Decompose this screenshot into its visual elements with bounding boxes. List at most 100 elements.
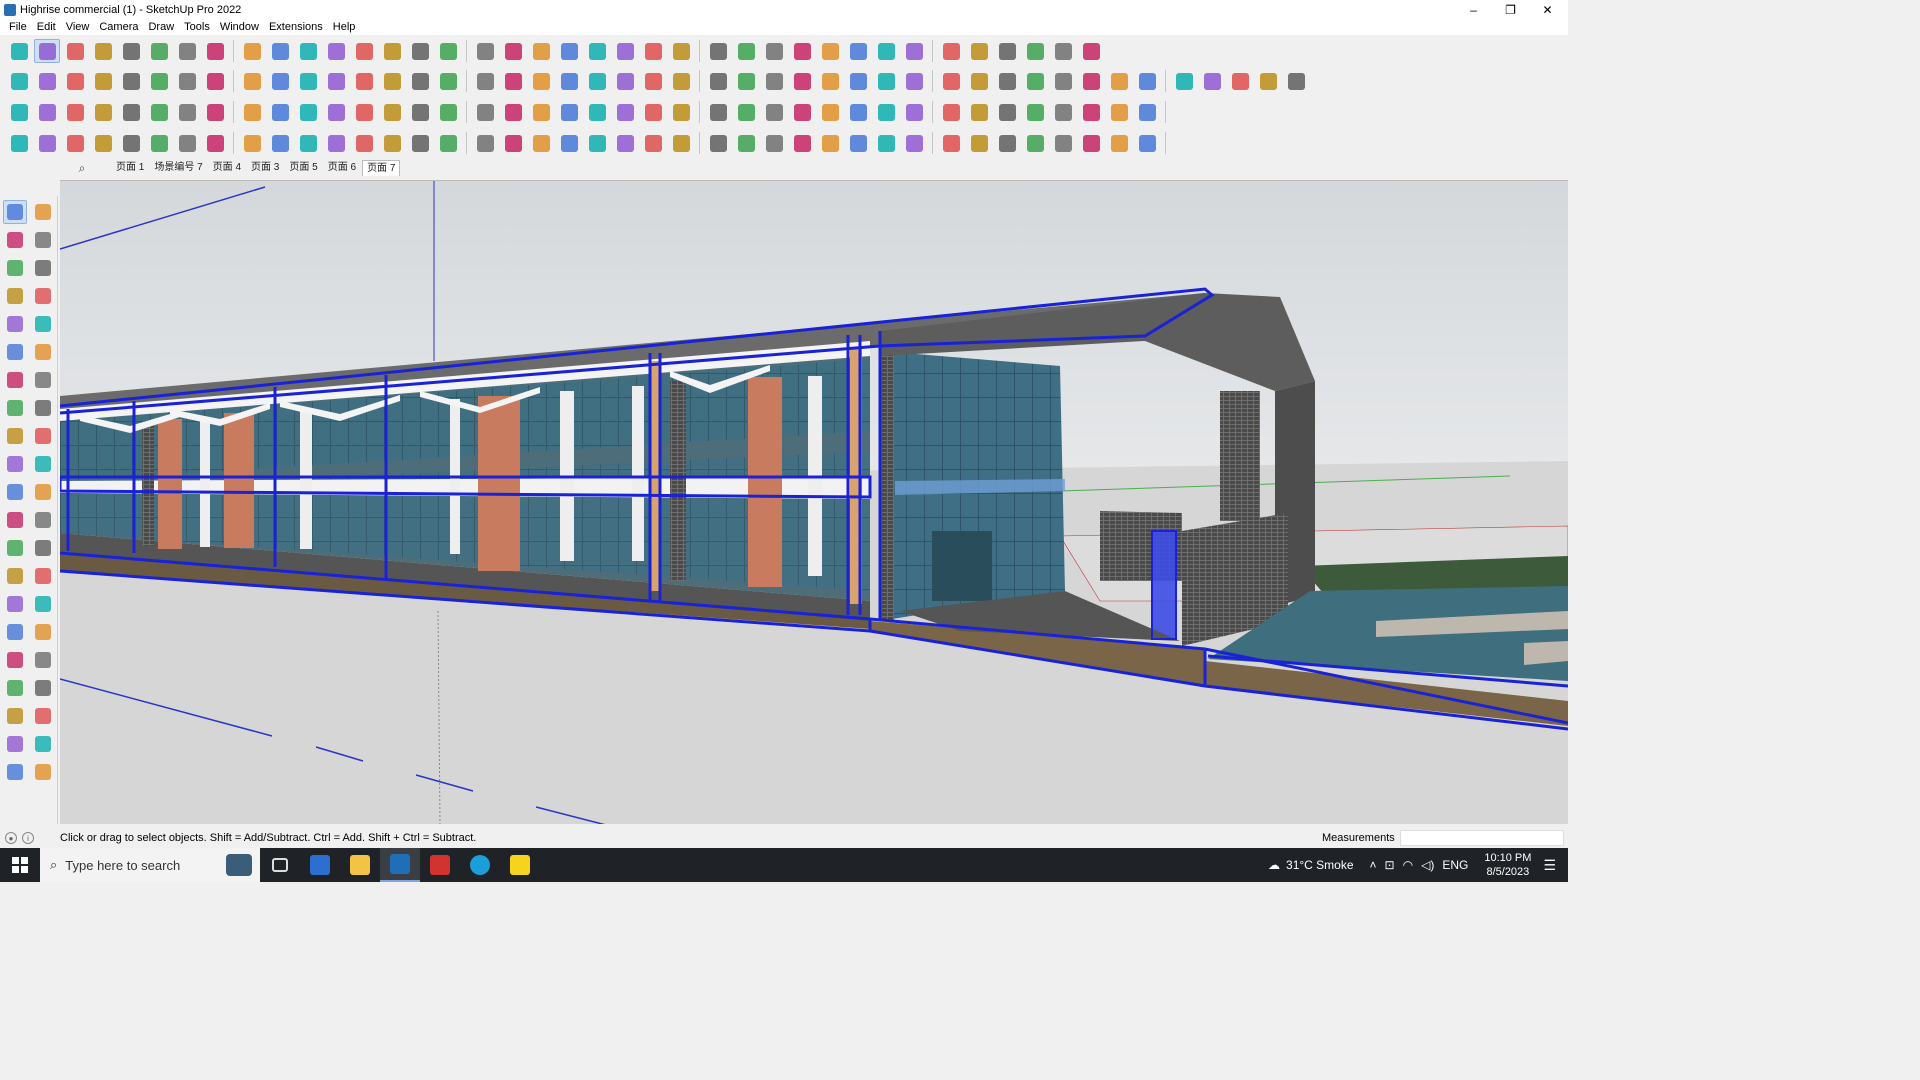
text-tool-button[interactable] [31, 508, 55, 532]
house1-tool-button[interactable] [500, 69, 526, 93]
scene-tab-7[interactable]: 页面 7 [362, 160, 401, 176]
panel-tool-button[interactable] [267, 100, 293, 124]
menu-view[interactable]: View [61, 21, 95, 33]
circle-tool-button[interactable] [3, 340, 27, 364]
rectangle-dropdown-tool-button[interactable] [267, 39, 293, 63]
sandbox-tool-button[interactable] [668, 39, 694, 63]
cut-tool-button[interactable] [146, 131, 172, 155]
push2-tool-button[interactable] [118, 69, 144, 93]
paint-tool-button[interactable] [500, 39, 526, 63]
arc3-tool-button[interactable] [351, 131, 377, 155]
scene-tab-1[interactable]: 页面 1 [112, 160, 148, 176]
solid1-tool-button[interactable] [528, 131, 554, 155]
wood-tool-button[interactable] [295, 100, 321, 124]
angle2-tool-button[interactable] [295, 131, 321, 155]
pipe-tool-button[interactable] [323, 100, 349, 124]
weather-text[interactable]: 31°C Smoke [1286, 858, 1354, 872]
undo-tool-button[interactable] [1022, 39, 1048, 63]
rad2-tool-button[interactable] [1050, 131, 1076, 155]
chevron-up-icon[interactable]: ˄ [1370, 858, 1377, 872]
component-tool-button[interactable] [3, 256, 27, 280]
hatch4-tool-button[interactable] [966, 131, 992, 155]
curve-knot-tool-button[interactable] [612, 100, 638, 124]
brick1-tool-button[interactable] [1106, 69, 1132, 93]
stairs4-tool-button[interactable] [789, 131, 815, 155]
stairs-tool-button[interactable] [435, 131, 461, 155]
hook-tool-button[interactable] [351, 100, 377, 124]
tape-tool-button[interactable] [435, 39, 461, 63]
info-icon[interactable]: i [22, 832, 34, 844]
node-tool-button[interactable] [379, 100, 405, 124]
push5-tool-button[interactable] [202, 69, 228, 93]
slope-tool-button[interactable] [612, 131, 638, 155]
layer-green-tool-button[interactable] [435, 69, 461, 93]
taskbar-explorer[interactable] [340, 848, 380, 882]
knife-tool-button[interactable] [323, 131, 349, 155]
grid-rail-tool-button[interactable] [994, 131, 1020, 155]
line-dropdown-tool-button[interactable] [146, 39, 172, 63]
shape4-tool-button[interactable] [845, 69, 871, 93]
arc2-tool-button[interactable] [1106, 100, 1132, 124]
task-view-button[interactable] [260, 848, 300, 882]
weather-icon[interactable]: ☁ [1268, 858, 1280, 872]
3d-text-tool-button[interactable] [3, 564, 27, 588]
frame-tool-button[interactable] [761, 100, 787, 124]
blue-layer-tool-button[interactable] [6, 100, 32, 124]
cube-tool-button[interactable] [6, 69, 32, 93]
geo-location-icon[interactable]: ● [5, 832, 17, 844]
house3-tool-button[interactable] [556, 69, 582, 93]
line-red-tool-button[interactable] [1050, 69, 1076, 93]
previous-tool-button[interactable] [31, 648, 55, 672]
taskbar-search[interactable]: ⌕ Type here to search [40, 848, 260, 882]
lasso-dropdown-tool-button[interactable] [202, 39, 228, 63]
solid-tool-button[interactable] [1078, 39, 1104, 63]
model-viewport[interactable] [60, 180, 1568, 824]
face-tool-button[interactable] [31, 396, 55, 420]
user-dropdown-tool-button[interactable] [789, 39, 815, 63]
freehand-tool-button[interactable] [31, 284, 55, 308]
face3-tool-button[interactable] [1227, 69, 1253, 93]
tape-tool-button[interactable] [31, 256, 55, 280]
user-tool-button[interactable] [761, 39, 787, 63]
push1-tool-button[interactable] [90, 69, 116, 93]
zoom-window-tool-button[interactable] [31, 620, 55, 644]
bucket-tool-button[interactable] [62, 131, 88, 155]
arc-tool-tool-button[interactable] [323, 69, 349, 93]
rad1-tool-button[interactable] [1022, 131, 1048, 155]
pie-tool-button[interactable] [3, 396, 27, 420]
rotated-rect-tool-button[interactable] [31, 312, 55, 336]
gem-tool-button[interactable] [901, 100, 927, 124]
move-tool-button[interactable] [351, 39, 377, 63]
scene-tab-4[interactable]: 页面 3 [247, 160, 283, 176]
extension-tool-button[interactable] [845, 39, 871, 63]
look-around-tool-button[interactable] [31, 676, 55, 700]
wifi-icon[interactable]: ◠ [1403, 858, 1413, 872]
stairs2-tool-button[interactable] [733, 131, 759, 155]
menu-camera[interactable]: Camera [94, 21, 143, 33]
text-tool-button[interactable] [472, 39, 498, 63]
language-indicator[interactable]: ENG [1442, 858, 1468, 872]
section-tool-button[interactable] [31, 704, 55, 728]
trans2-tool-button[interactable] [845, 100, 871, 124]
slash3-tool-button[interactable] [407, 69, 433, 93]
clock[interactable]: 10:10 PM 8/5/2023 [1484, 851, 1531, 879]
tri-plane-tool-button[interactable] [407, 131, 433, 155]
select-tool-button[interactable] [34, 39, 60, 63]
pan-tool-button[interactable] [556, 39, 582, 63]
box-tool-button[interactable] [705, 100, 731, 124]
cube3-tool-button[interactable] [62, 69, 88, 93]
lasso2-tool-button[interactable] [733, 100, 759, 124]
shape3-tool-button[interactable] [817, 69, 843, 93]
outliner-tool-button[interactable] [3, 732, 27, 756]
zoom-tool-button[interactable] [3, 620, 27, 644]
layers-tool-button[interactable] [31, 732, 55, 756]
chair-tool-button[interactable] [938, 100, 964, 124]
dimension-tool-button[interactable] [31, 564, 55, 588]
arc-3pt-tool-button[interactable] [31, 368, 55, 392]
rail-tool-button[interactable] [584, 131, 610, 155]
slash1-tool-button[interactable] [351, 69, 377, 93]
house2-tool-button[interactable] [528, 69, 554, 93]
scene-tab-2[interactable]: 场景编号 7 [150, 160, 206, 176]
scene-tab-3[interactable]: 页面 4 [209, 160, 245, 176]
hatch2-tool-button[interactable] [901, 131, 927, 155]
